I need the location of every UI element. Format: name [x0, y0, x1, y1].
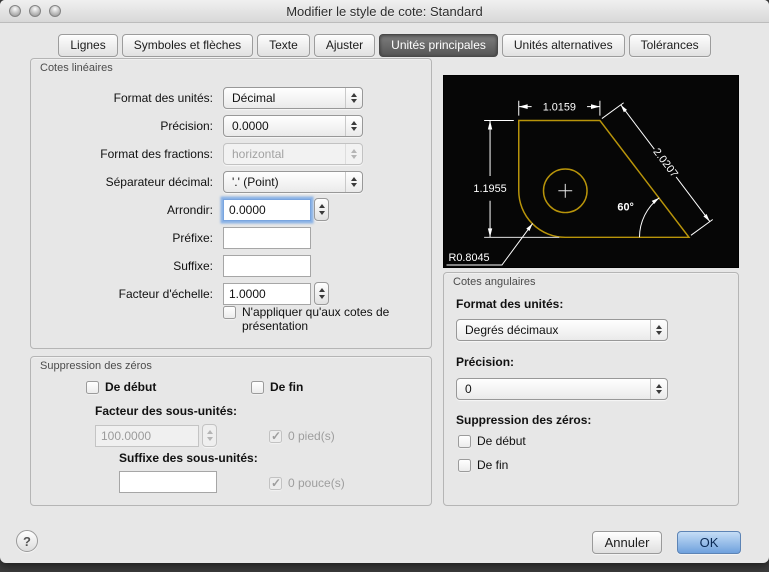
checkbox-box	[458, 434, 471, 448]
titlebar: Modifier le style de cote: Standard	[0, 0, 769, 23]
angular-precision-select[interactable]: 0	[456, 378, 668, 400]
subunit-factor-label: Facteur des sous-unités:	[95, 404, 238, 418]
preview-shape-outline	[518, 119, 691, 239]
dimension-style-dialog: Modifier le style de cote: Standard Lign…	[0, 0, 769, 563]
prefix-input[interactable]	[223, 226, 311, 249]
cancel-button[interactable]: Annuler	[592, 531, 662, 554]
precision-value: 0.0000	[232, 118, 269, 133]
arrowhead	[518, 104, 528, 110]
angular-unit-format-value: Degrés décimaux	[465, 323, 559, 337]
angular-precision-value: 0	[465, 382, 472, 396]
checkbox-box	[251, 380, 264, 394]
dimension-preview-drawing: 1.0159 1.1955 2.0207 60° R0.8045	[446, 100, 714, 266]
prefix-label: Préfixe:	[172, 230, 213, 245]
angular-group-title: Cotes angulaires	[453, 276, 536, 288]
unit-format-label: Format des unités:	[113, 90, 213, 105]
checkbox-label: 0 pied(s)	[288, 429, 335, 443]
popup-arrows-icon	[345, 143, 362, 164]
subunit-suffix-input[interactable]	[119, 471, 217, 493]
trailing-zeros-checkbox[interactable]: De fin	[251, 380, 303, 394]
round-off-input[interactable]	[223, 198, 311, 221]
checkbox-label: De début	[105, 380, 157, 394]
preview-aligned-dimension	[601, 102, 714, 236]
dim-left-text: 1.1955	[473, 183, 506, 195]
checkbox-box	[223, 306, 236, 319]
checkbox-label: De début	[477, 434, 526, 448]
checkbox-box	[458, 458, 471, 472]
tab-bar: Lignes Symboles et flèches Texte Ajuster…	[0, 34, 769, 57]
decimal-separator-value: '.' (Point)	[232, 174, 279, 189]
decimal-separator-label: Séparateur décimal:	[105, 174, 213, 189]
angular-dimensions-group: Cotes angulaires Format des unités: Degr…	[443, 272, 739, 506]
help-button[interactable]: ?	[16, 530, 38, 552]
checkbox-label: De fin	[477, 458, 509, 472]
checkbox-label: De fin	[270, 380, 304, 394]
popup-arrows-icon	[345, 171, 362, 192]
layout-dims-only-checkbox[interactable]: N'appliquer qu'aux cotes de présentation	[223, 305, 438, 333]
tab-ajuster[interactable]: Ajuster	[313, 34, 376, 57]
arrowhead	[526, 223, 533, 231]
tab-texte[interactable]: Texte	[257, 34, 310, 57]
subunit-suffix-label: Suffixe des sous-unités:	[119, 451, 258, 465]
tab-unites-principales[interactable]: Unités principales	[379, 34, 498, 57]
round-off-stepper[interactable]	[314, 198, 329, 221]
suffix-label: Suffixe:	[173, 258, 213, 273]
angular-unit-format-label: Format des unités:	[456, 297, 564, 311]
arrowhead	[591, 104, 600, 110]
suffix-input[interactable]	[223, 254, 311, 277]
scale-factor-input[interactable]	[223, 282, 311, 305]
checkbox-box	[269, 476, 282, 490]
precision-label: Précision:	[160, 118, 213, 133]
tab-unites-alternatives[interactable]: Unités alternatives	[501, 34, 625, 57]
preview-center-mark	[558, 183, 573, 198]
ok-button[interactable]: OK	[677, 531, 741, 554]
popup-arrows-icon	[345, 87, 362, 108]
subunit-factor-stepper	[202, 424, 217, 447]
arrowhead	[487, 228, 493, 238]
angular-trailing-zeros-checkbox[interactable]: De fin	[458, 458, 508, 472]
checkbox-box	[269, 429, 282, 443]
decimal-separator-select[interactable]: '.' (Point)	[223, 170, 363, 193]
tab-tolerances[interactable]: Tolérances	[628, 34, 711, 57]
zero-inches-checkbox: 0 pouce(s)	[269, 476, 345, 490]
angular-leading-zeros-checkbox[interactable]: De début	[458, 434, 526, 448]
linear-group-title: Cotes linéaires	[40, 62, 113, 74]
popup-arrows-icon	[650, 320, 667, 340]
tab-lignes[interactable]: Lignes	[58, 34, 118, 57]
fraction-format-select: horizontal	[223, 142, 363, 165]
angular-precision-label: Précision:	[456, 355, 515, 369]
linear-dimensions-group: Cotes linéaires Format des unités: Décim…	[30, 58, 432, 349]
checkbox-label: N'appliquer qu'aux cotes de présentation	[242, 305, 390, 333]
round-off-label: Arrondir:	[166, 202, 213, 217]
fraction-format-label: Format des fractions:	[100, 146, 213, 161]
fraction-format-value: horizontal	[232, 146, 285, 161]
zero-suppression-group: Suppression des zéros De début De fin Fa…	[30, 356, 432, 506]
preview-left-dimension	[484, 120, 560, 238]
checkbox-box	[86, 380, 99, 394]
dimension-preview: 1.0159 1.1955 2.0207 60° R0.8045	[443, 75, 739, 268]
arrowhead	[487, 120, 493, 130]
dim-aligned-text: 2.0207	[650, 146, 680, 180]
preview-angle-arc	[638, 197, 660, 238]
dim-angle-text: 60°	[617, 202, 633, 214]
unit-format-select[interactable]: Décimal	[223, 86, 363, 109]
angular-unit-format-select[interactable]: Degrés décimaux	[456, 319, 668, 341]
dim-radius-text: R0.8045	[448, 252, 489, 264]
popup-arrows-icon	[345, 115, 362, 136]
leading-zeros-checkbox[interactable]: De début	[86, 380, 156, 394]
unit-format-value: Décimal	[232, 90, 276, 105]
zero-suppression-group-title: Suppression des zéros	[40, 360, 152, 372]
popup-arrows-icon	[650, 379, 667, 399]
scale-factor-label: Facteur d'échelle:	[118, 286, 213, 301]
window-title: Modifier le style de cote: Standard	[286, 4, 483, 19]
tab-symboles-et-fleches[interactable]: Symboles et flèches	[121, 34, 254, 57]
subunit-factor-input	[95, 424, 199, 447]
precision-select[interactable]: 0.0000	[223, 114, 363, 137]
dim-top-text: 1.0159	[543, 102, 576, 114]
scale-factor-stepper[interactable]	[314, 282, 329, 305]
checkbox-label: 0 pouce(s)	[288, 476, 345, 490]
angular-zeros-label: Suppression des zéros:	[456, 413, 592, 427]
zero-feet-checkbox: 0 pied(s)	[269, 429, 335, 443]
